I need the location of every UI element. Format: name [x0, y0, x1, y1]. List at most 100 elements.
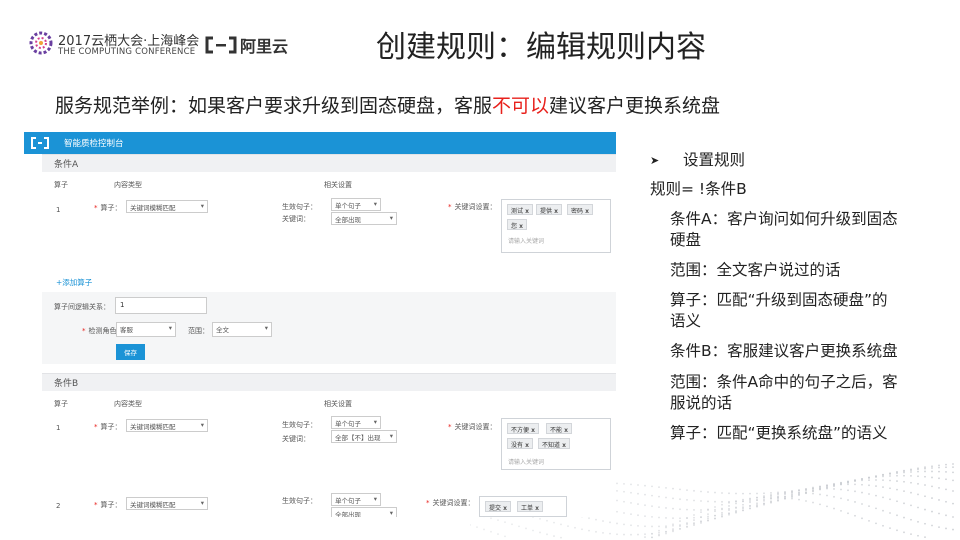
decorative-dot	[854, 514, 856, 517]
role-select[interactable]: 客服	[116, 322, 176, 337]
decorative-dot	[931, 497, 933, 499]
decorative-dot	[763, 502, 765, 505]
logic-label: 算子间逻辑关系：	[54, 303, 110, 311]
decorative-dot	[868, 519, 870, 522]
add-operator-link[interactable]: +添加算子	[56, 277, 92, 288]
keyword-tag[interactable]: 密码	[567, 204, 593, 215]
decorative-dot	[938, 499, 940, 501]
decorative-dot	[679, 498, 681, 501]
decorative-dot	[777, 496, 779, 499]
decorative-dot	[714, 514, 716, 517]
decorative-dot	[805, 500, 807, 502]
effective-label-b2: 生效句子：	[282, 497, 317, 505]
keyword-tag[interactable]: 不知道	[538, 438, 570, 449]
decorative-dot	[931, 524, 933, 527]
decorative-dot	[539, 517, 541, 520]
keyword-tag-box-b2[interactable]: 提交 工单	[479, 496, 567, 517]
console-screenshot: 智能质检控制台 条件A 算子 内容类型 相关设置 1 算子： 关键词模糊匹配 生…	[24, 132, 616, 517]
effective-select-b1[interactable]: 单个句子	[331, 416, 381, 429]
decorative-dot	[693, 514, 695, 516]
decorative-dot	[644, 536, 646, 538]
scope-select[interactable]: 全文	[212, 322, 272, 337]
decorative-dot	[931, 476, 933, 479]
decorative-dot	[470, 524, 471, 526]
operator-select-b2[interactable]: 关键词模糊匹配	[126, 497, 208, 510]
decorative-dot	[952, 463, 954, 465]
decorative-dot	[707, 491, 709, 493]
keyword-select-b1[interactable]: 全部【不】出现	[331, 430, 397, 443]
effective-select-b2[interactable]: 单个句子	[331, 493, 381, 506]
decorative-dot	[553, 521, 555, 524]
notes-cond-a-line2: 硬盘	[670, 231, 702, 249]
decorative-dot	[630, 491, 632, 494]
decorative-dot	[651, 536, 653, 539]
operator-select-b1[interactable]: 关键词模糊匹配	[126, 419, 208, 432]
decorative-dot	[616, 482, 618, 485]
keyword-input-placeholder[interactable]: 请输入关键词	[508, 236, 544, 245]
decorative-dot	[854, 490, 856, 493]
decorative-dot	[945, 514, 947, 517]
row-index-b1: 1	[56, 424, 61, 432]
keyword-select-b2[interactable]: 全部出现	[331, 507, 397, 517]
decorative-dot	[721, 492, 723, 494]
logic-input[interactable]: 1	[115, 297, 207, 314]
decorative-dot	[756, 502, 758, 505]
keyword-input-placeholder[interactable]: 请输入关键词	[508, 457, 544, 466]
decorative-dot	[707, 517, 709, 520]
decorative-dot	[609, 532, 611, 535]
decorative-dot	[490, 517, 492, 520]
decorative-dot	[812, 492, 814, 495]
decorative-dot	[546, 533, 548, 536]
decorative-dot	[525, 527, 527, 530]
decorative-dot	[735, 510, 737, 512]
operator-select-a1[interactable]: 关键词模糊匹配	[126, 200, 208, 213]
decorative-dot	[658, 531, 660, 534]
save-button[interactable]: 保存	[116, 344, 145, 360]
condition-a-title: 条件A	[54, 160, 79, 170]
operator-label-a1: 算子：	[94, 203, 122, 213]
decorative-dot	[945, 478, 947, 481]
decorative-dot	[924, 522, 926, 525]
keyword-tag-box-a1[interactable]: 测试 提供 密码 您 请输入关键词	[501, 199, 611, 253]
decorative-dot	[658, 525, 660, 528]
decorative-dot	[840, 483, 842, 486]
decorative-dot	[749, 497, 751, 500]
decorative-dot	[602, 520, 604, 522]
keyword-tag[interactable]: 测试	[507, 204, 533, 215]
subtitle: 服务规范举例：如果客户要求升级到固态硬盘，客服不可以建议客户更换系统盘	[55, 91, 720, 118]
keyword-tag[interactable]: 没有	[507, 438, 533, 449]
keyword-tag[interactable]: 不能	[546, 423, 572, 434]
decorative-dot	[700, 516, 702, 518]
effective-select-a1[interactable]: 单个句子	[331, 198, 381, 211]
decorative-dot	[875, 507, 877, 510]
keyword-select-a1[interactable]: 全部出现	[331, 212, 397, 225]
decorative-dot	[833, 507, 835, 510]
decorative-dot	[784, 492, 786, 495]
keyword-tag[interactable]: 工单	[517, 501, 543, 512]
subtitle-highlight: 不可以	[492, 95, 550, 117]
keyword-tag[interactable]: 您	[507, 219, 527, 230]
decorative-dot	[672, 528, 674, 530]
decorative-dot	[882, 475, 884, 478]
decorative-dot	[875, 522, 877, 525]
decorative-dot	[637, 533, 639, 536]
decorative-dot	[721, 500, 723, 503]
decorative-dot	[924, 495, 926, 498]
decorative-dot	[812, 487, 814, 490]
keyword-tag[interactable]: 提交	[485, 501, 511, 512]
decorative-dot	[896, 500, 898, 503]
decorative-dot	[686, 525, 688, 528]
decorative-dot	[847, 489, 849, 492]
decorative-dot	[637, 514, 639, 517]
decorative-dot	[742, 507, 744, 510]
decorative-dot	[714, 508, 716, 511]
keyword-tag-box-b1[interactable]: 不方便 不能 没有 不知道 请输入关键词	[501, 418, 611, 470]
decorative-dot	[938, 464, 940, 467]
decorative-dot	[861, 483, 863, 486]
decorative-dot	[616, 510, 618, 513]
decorative-dot	[882, 479, 884, 482]
notes-cond-a-line1: 条件A：客户询问如何升级到固态	[670, 210, 898, 228]
keyword-tag[interactable]: 不方便	[507, 423, 539, 434]
decorative-dot	[679, 508, 681, 511]
keyword-tag[interactable]: 提供	[536, 204, 562, 215]
